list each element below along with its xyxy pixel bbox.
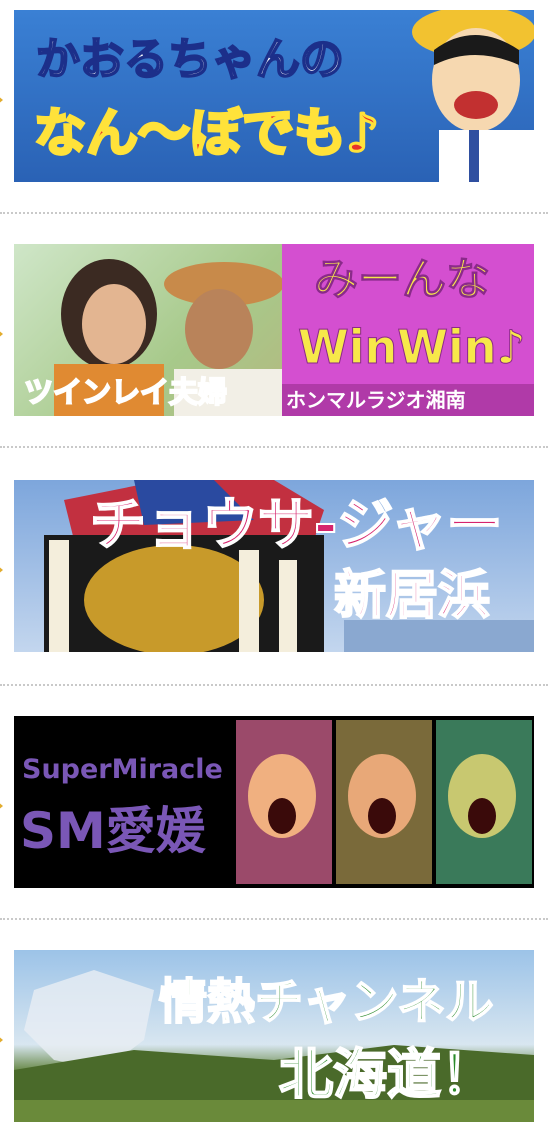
banner-winwin-couple-label: ツインレイ夫婦 bbox=[23, 375, 228, 409]
banner-hokkaido-title: 情熱チャンネル bbox=[158, 974, 495, 1030]
banner-chousa-subtitle: 新居浜 bbox=[333, 566, 491, 626]
banner-kaoru-subtitle: なん〜ぼでも♪ bbox=[32, 104, 380, 164]
separator bbox=[0, 918, 548, 920]
banner-sm-ehime-link[interactable]: SuperMiracle SM愛媛 bbox=[14, 716, 534, 888]
banner-item-sm-ehime: SuperMiracle SM愛媛 bbox=[0, 716, 548, 888]
banner-winwin-subtitle: WinWin♪ bbox=[298, 320, 527, 374]
banner-item-kaoru: かおるちゃんの なん〜ぼでも♪ bbox=[0, 10, 548, 182]
arrow-bullet-icon bbox=[0, 1035, 5, 1045]
arrow-bullet-icon bbox=[0, 95, 5, 105]
banner-kaoru-link[interactable]: かおるちゃんの なん〜ぼでも♪ bbox=[14, 10, 534, 182]
banner-item-hokkaido: 情熱チャンネル 北海道！ bbox=[0, 950, 548, 1122]
separator bbox=[0, 212, 548, 214]
banner-item-chousa: チョウサ-ジャー 新居浜 bbox=[0, 480, 548, 652]
arrow-bullet-icon bbox=[0, 565, 5, 575]
separator bbox=[0, 446, 548, 448]
banner-kaoru-title: かおるちゃんの bbox=[35, 34, 345, 85]
banner-sm-ehime-subtitle: SM愛媛 bbox=[20, 802, 206, 860]
banner-chousa-title: チョウサ-ジャー bbox=[89, 493, 503, 558]
arrow-bullet-icon bbox=[0, 801, 5, 811]
banner-chousa-link[interactable]: チョウサ-ジャー 新居浜 bbox=[14, 480, 534, 652]
banner-hokkaido-subtitle: 北海道！ bbox=[278, 1043, 496, 1106]
banner-winwin-station: ホンマルラジオ湘南 bbox=[286, 388, 466, 412]
banner-hokkaido-link[interactable]: 情熱チャンネル 北海道！ bbox=[14, 950, 534, 1122]
banner-item-winwin: みーんな WinWin♪ ホンマルラジオ湘南 ツインレイ夫婦 bbox=[0, 244, 548, 416]
banner-sm-ehime-title: SuperMiracle bbox=[22, 754, 223, 785]
banner-winwin-link[interactable]: みーんな WinWin♪ ホンマルラジオ湘南 ツインレイ夫婦 bbox=[14, 244, 534, 416]
arrow-bullet-icon bbox=[0, 329, 5, 339]
separator bbox=[0, 684, 548, 686]
banner-winwin-title: みーんな bbox=[314, 254, 491, 305]
